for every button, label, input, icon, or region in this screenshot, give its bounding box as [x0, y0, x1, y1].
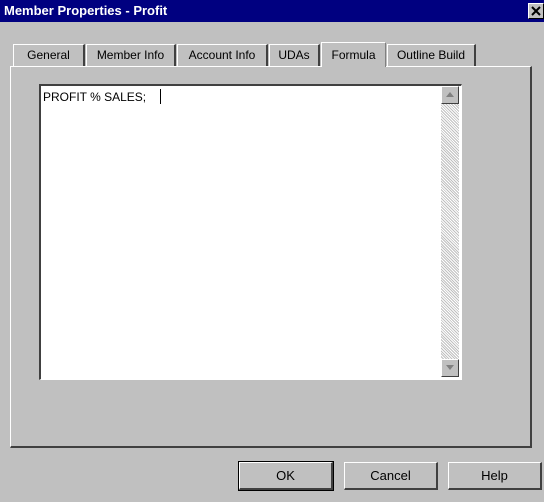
tab-general[interactable]: General	[13, 44, 85, 66]
tab-label: Member Info	[96, 48, 165, 62]
formula-editor[interactable]: PROFIT % SALES;	[39, 84, 462, 380]
tab-label: General	[27, 48, 70, 62]
close-button[interactable]	[528, 3, 544, 19]
tab-label: Account Info	[188, 48, 256, 62]
scroll-up-button[interactable]	[441, 86, 459, 104]
tab-formula[interactable]: Formula	[321, 42, 386, 67]
tab-label: UDAs	[278, 48, 310, 62]
tab-label: Outline Build	[396, 48, 466, 62]
ok-button-label: OK	[276, 468, 295, 483]
help-button-label: Help	[481, 468, 508, 483]
tab-label: Formula	[331, 48, 376, 62]
formula-text[interactable]: PROFIT % SALES;	[43, 90, 146, 104]
cancel-button[interactable]: Cancel	[344, 462, 438, 490]
tab-member-info[interactable]: Member Info	[86, 44, 176, 66]
arrow-up-icon	[446, 92, 454, 97]
scroll-down-button[interactable]	[441, 359, 459, 377]
help-button[interactable]: Help	[448, 462, 542, 490]
tab-udas[interactable]: UDAs	[269, 44, 320, 66]
title-bar[interactable]: Member Properties - Profit	[0, 0, 544, 22]
text-caret	[160, 89, 161, 104]
arrow-down-icon	[446, 365, 454, 370]
cancel-button-label: Cancel	[370, 468, 411, 483]
close-icon	[531, 6, 541, 16]
window-title: Member Properties - Profit	[4, 3, 168, 18]
ok-button[interactable]: OK	[238, 461, 334, 491]
vertical-scrollbar[interactable]	[441, 86, 459, 377]
tab-account-info[interactable]: Account Info	[177, 44, 268, 66]
member-properties-dialog: Member Properties - Profit General Membe…	[0, 0, 544, 502]
tab-outline-build[interactable]: Outline Build	[387, 44, 476, 66]
